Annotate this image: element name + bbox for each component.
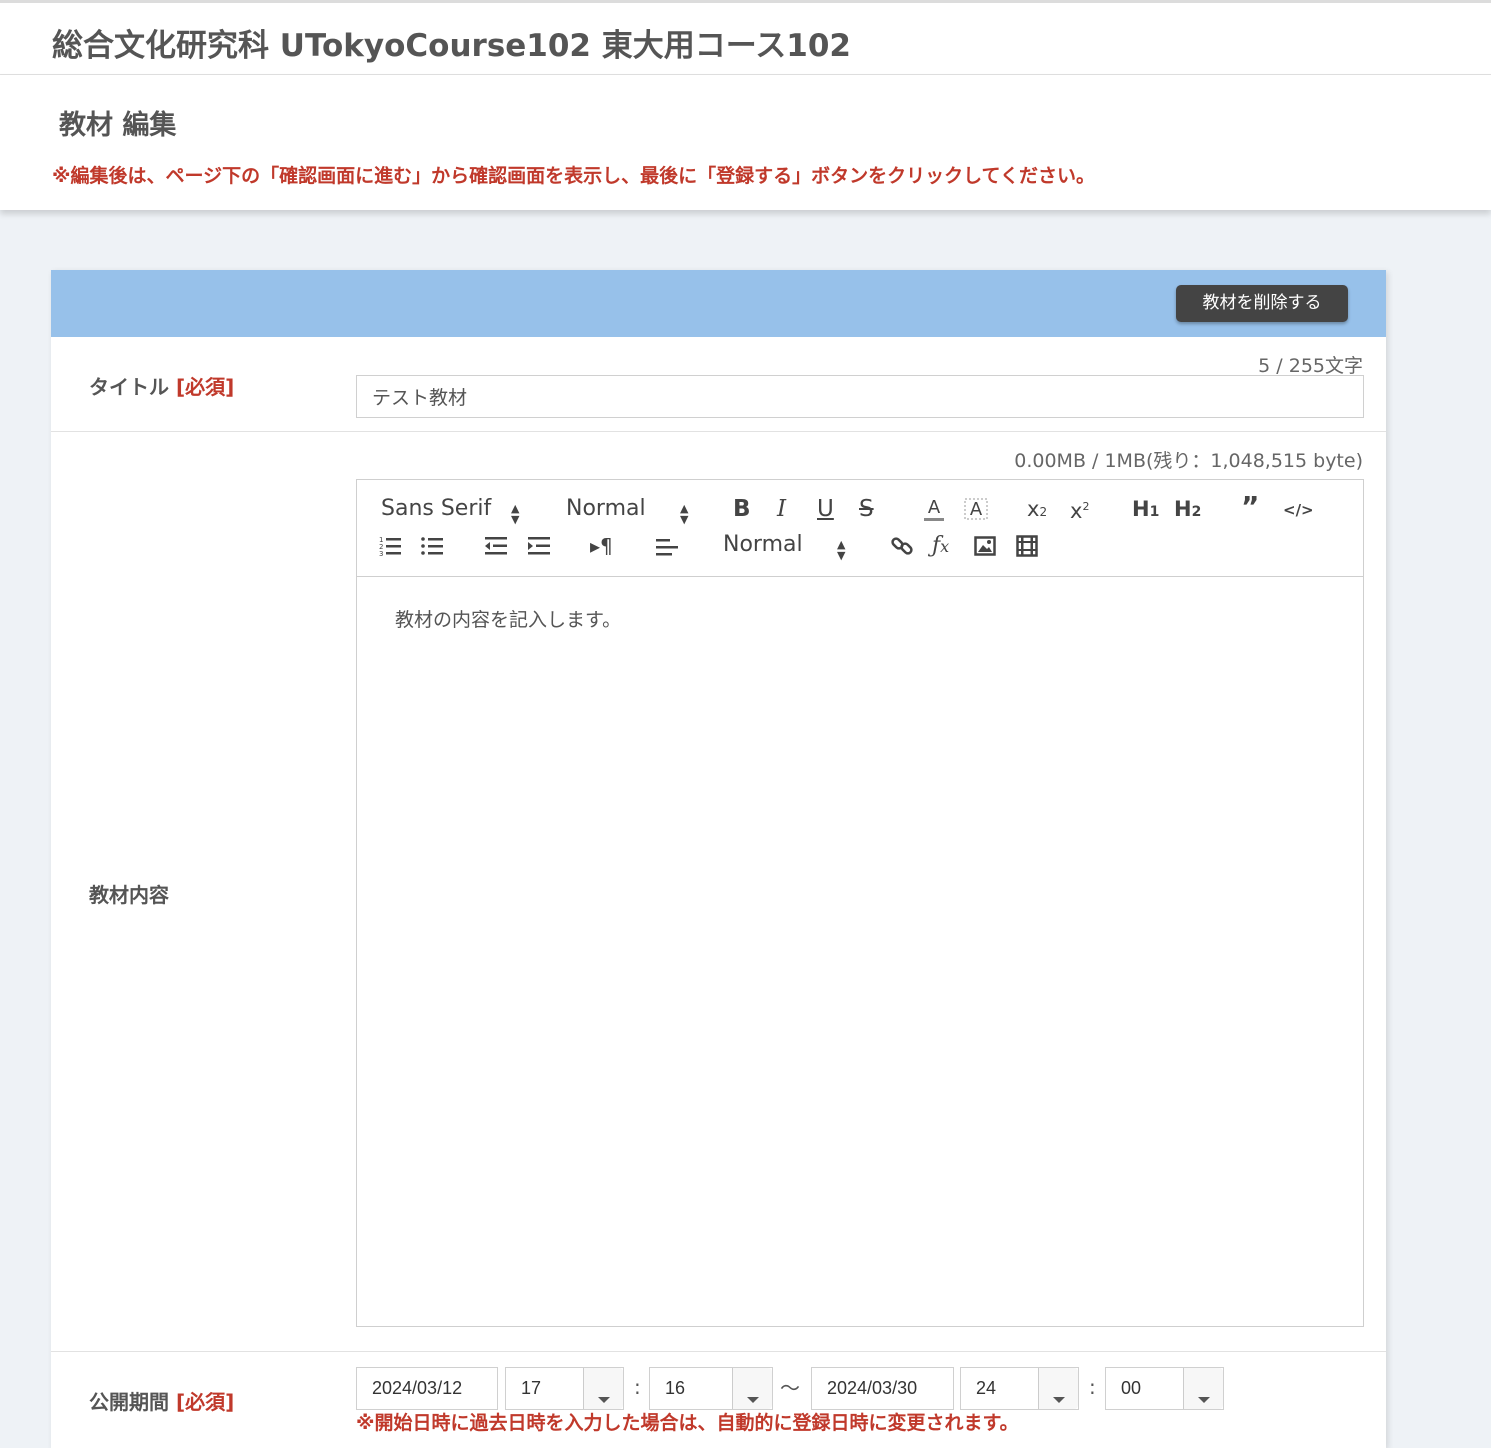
font-family-value: Sans Serif xyxy=(381,496,492,521)
title-char-counter: 5 / 255文字 xyxy=(1258,355,1363,377)
end-minute-select[interactable]: 00 xyxy=(1105,1367,1224,1410)
course-header: 総合文化研究科 UTokyoCourse102 東大用コース102 xyxy=(0,3,1491,75)
italic-icon[interactable]: I xyxy=(777,497,786,521)
dropdown-arrow-icon[interactable] xyxy=(583,1368,623,1409)
range-tilde: 〜 xyxy=(780,1376,800,1400)
content-row: 教材内容 0.00MB / 1MB(残り：1,048,515 byte) San… xyxy=(51,432,1386,1352)
panel-header: 教材を削除する xyxy=(51,270,1386,337)
strike-icon[interactable]: S xyxy=(859,497,874,521)
content-label: 教材内容 xyxy=(89,883,169,907)
line-height-value: Normal xyxy=(723,532,803,557)
chevron-updown-icon: ▲ ▼ xyxy=(511,502,520,526)
material-edit-panel: 教材を削除する タイトル [必須] 5 / 255文字 教材内容 0.00MB … xyxy=(51,270,1386,1448)
formula-icon[interactable]: ƒx xyxy=(932,534,949,559)
background-color-icon[interactable]: A xyxy=(964,495,988,523)
align-icon[interactable] xyxy=(655,534,679,558)
subscript-icon[interactable]: x2 xyxy=(1027,497,1047,524)
page-header: 教材 編集 ※編集後は、ページ下の「確認画面に進む」から確認画面を表示し、最後に… xyxy=(0,75,1491,210)
chevron-updown-icon: ▲ ▼ xyxy=(837,538,846,562)
superscript-icon[interactable]: x2 xyxy=(1070,495,1089,523)
outdent-icon[interactable] xyxy=(484,534,508,558)
period-label-text: 公開期間 xyxy=(89,1390,169,1414)
page-title: 教材 編集 xyxy=(59,110,177,141)
svg-text:A: A xyxy=(928,497,941,518)
ordered-list-icon[interactable]: 123 xyxy=(378,534,402,558)
editor-toolbar: Sans Serif ▲▼ Normal ▲▼ B I U S A A x2 xyxy=(357,480,1363,577)
title-required-badge: [必須] xyxy=(175,375,235,399)
line-height-select[interactable]: Normal ▲ ▼ xyxy=(723,532,845,562)
font-size-select[interactable]: Normal ▲ ▼ xyxy=(566,496,688,526)
end-hour-select[interactable]: 24 xyxy=(960,1367,1079,1410)
title-input[interactable] xyxy=(356,375,1364,418)
time-colon: : xyxy=(634,1375,641,1399)
start-minute-value: 16 xyxy=(665,1378,686,1398)
title-label-text: タイトル xyxy=(89,375,169,399)
bullet-list-icon[interactable] xyxy=(420,534,444,558)
bold-icon[interactable]: B xyxy=(733,497,751,521)
link-icon[interactable] xyxy=(890,534,914,558)
page-instruction-note: ※編集後は、ページ下の「確認画面に進む」から確認画面を表示し、最後に「登録する」… xyxy=(52,165,1095,187)
start-date-input[interactable]: 2024/03/12 xyxy=(356,1367,498,1410)
font-family-select[interactable]: Sans Serif ▲ ▼ xyxy=(381,496,519,526)
start-hour-value: 17 xyxy=(521,1378,542,1398)
delete-material-button[interactable]: 教材を削除する xyxy=(1176,285,1348,322)
dropdown-arrow-icon[interactable] xyxy=(732,1368,772,1409)
period-required-badge: [必須] xyxy=(175,1390,235,1414)
rich-text-editor: Sans Serif ▲▼ Normal ▲▼ B I U S A A x2 xyxy=(356,479,1364,1327)
period-label: 公開期間 [必須] xyxy=(89,1386,234,1415)
editor-content[interactable]: 教材の内容を記入します。 xyxy=(395,605,621,632)
time-colon: : xyxy=(1089,1375,1096,1399)
start-hour-select[interactable]: 17 xyxy=(505,1367,624,1410)
start-minute-select[interactable]: 16 xyxy=(649,1367,773,1410)
end-minute-value: 00 xyxy=(1121,1378,1142,1398)
title-row: タイトル [必須] 5 / 255文字 xyxy=(51,337,1386,432)
font-size-value: Normal xyxy=(566,496,646,521)
h1-icon[interactable]: H1 xyxy=(1132,497,1159,524)
title-label: タイトル [必須] xyxy=(89,371,234,400)
h2-icon[interactable]: H2 xyxy=(1174,497,1201,524)
end-hour-value: 24 xyxy=(976,1378,997,1398)
period-note: ※開始日時に過去日時を入力した場合は、自動的に登録日時に変更されます。 xyxy=(356,1412,1019,1434)
end-date-input[interactable]: 2024/03/30 xyxy=(811,1367,954,1410)
dropdown-arrow-icon[interactable] xyxy=(1183,1368,1223,1409)
chevron-updown-icon: ▲ ▼ xyxy=(680,502,689,526)
indent-icon[interactable] xyxy=(527,534,551,558)
course-title: 総合文化研究科 UTokyoCourse102 東大用コース102 xyxy=(52,28,851,64)
text-direction-icon[interactable]: ▸¶ xyxy=(590,534,613,558)
svg-text:3: 3 xyxy=(379,550,383,558)
dropdown-arrow-icon[interactable] xyxy=(1038,1368,1078,1409)
content-size-counter: 0.00MB / 1MB(残り：1,048,515 byte) xyxy=(1014,450,1363,472)
video-icon[interactable] xyxy=(1016,535,1038,557)
image-icon[interactable] xyxy=(974,535,996,557)
svg-text:A: A xyxy=(970,499,983,520)
code-icon[interactable]: </> xyxy=(1283,498,1314,522)
underline-icon[interactable]: U xyxy=(817,497,834,521)
font-color-icon[interactable]: A xyxy=(923,495,945,523)
blockquote-icon[interactable]: ” xyxy=(1241,493,1259,521)
publish-period-row: 公開期間 [必須] 2024/03/12 17 : 16 〜 2024/03/3… xyxy=(51,1352,1386,1448)
